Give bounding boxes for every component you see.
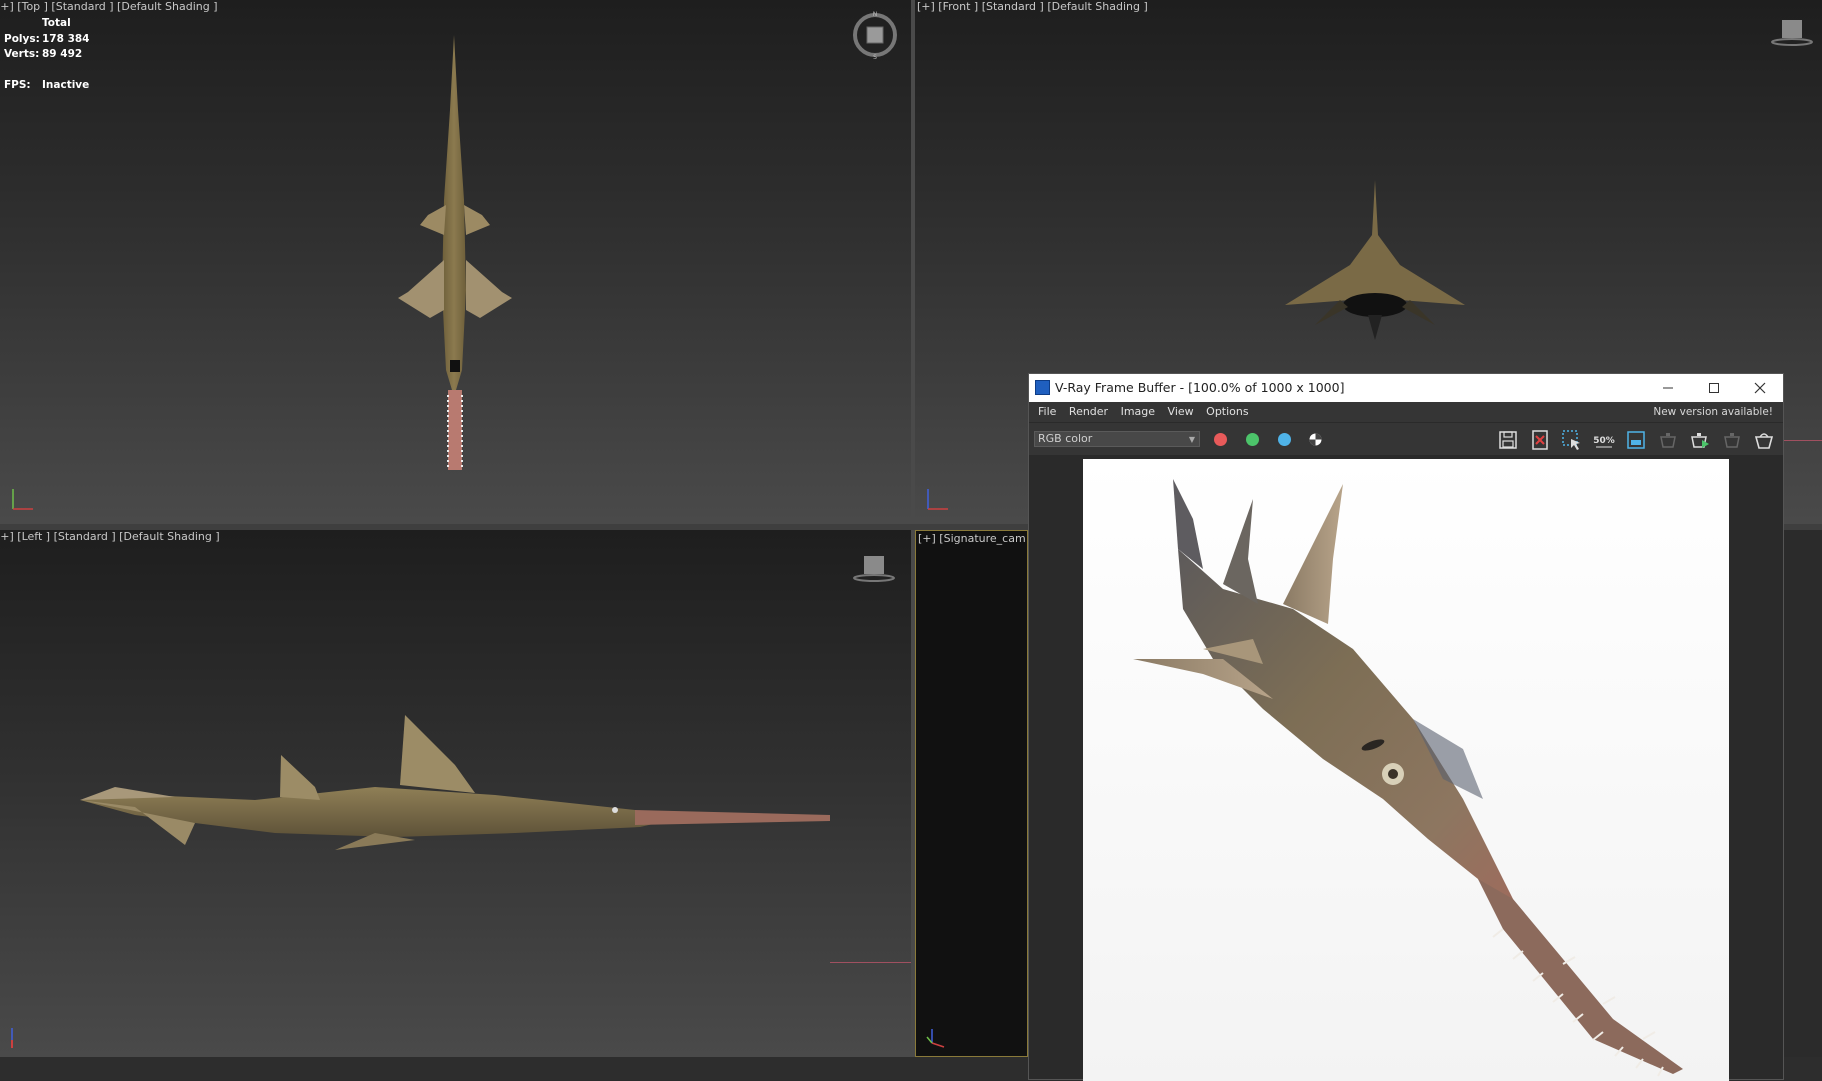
vfb-titlebar[interactable]: V-Ray Frame Buffer - [100.0% of 1000 x 1…	[1029, 374, 1783, 402]
sawfish-side-view	[80, 715, 830, 850]
chevron-down-icon: ▼	[1188, 435, 1195, 444]
svg-text:S: S	[873, 54, 877, 60]
viewcube-icon[interactable]	[1770, 16, 1814, 50]
compare-icon[interactable]	[1625, 429, 1647, 451]
menu-options[interactable]: Options	[1206, 405, 1248, 418]
viewport-top-label[interactable]: [+] [Top ] [Standard ] [Default Shading …	[0, 0, 218, 14]
render-interactive-icon[interactable]	[1689, 429, 1711, 451]
sawfish-render	[1133, 479, 1683, 1077]
vray-frame-buffer-window[interactable]: V-Ray Frame Buffer - [100.0% of 1000 x 1…	[1028, 373, 1784, 1081]
menu-render[interactable]: Render	[1069, 405, 1108, 418]
fps-label: FPS:	[4, 78, 31, 91]
render-last-icon[interactable]	[1657, 429, 1679, 451]
save-image-icon[interactable]	[1497, 429, 1519, 451]
zoom-50-icon[interactable]: 50%	[1593, 429, 1615, 451]
zoom-50-label: 50%	[1593, 436, 1615, 446]
minimize-button[interactable]	[1645, 374, 1691, 402]
stats-header: Total	[42, 17, 71, 29]
menu-view[interactable]: View	[1168, 405, 1194, 418]
channel-select[interactable]: RGB color ▼	[1034, 431, 1200, 447]
viewport-left[interactable]: [+] [Left ] [Standard ] [Default Shading…	[0, 530, 911, 1057]
axis-tripod-icon	[926, 1029, 945, 1048]
svg-text:N: N	[873, 11, 878, 18]
viewport-top[interactable]: [+] [Top ] [Standard ] [Default Shading …	[0, 0, 911, 524]
render-icon[interactable]	[1753, 429, 1775, 451]
green-channel-button[interactable]	[1246, 433, 1259, 446]
axis-tripod-icon	[11, 1028, 13, 1048]
axis-tripod-icon	[12, 489, 33, 510]
clear-image-icon[interactable]	[1529, 429, 1551, 451]
verts-label: Verts:	[4, 48, 40, 60]
rendered-image	[1083, 459, 1729, 1081]
axis-tripod-icon	[927, 489, 948, 510]
maximize-button[interactable]	[1691, 374, 1737, 402]
sawfish-front-view	[1285, 180, 1465, 340]
close-icon	[1754, 382, 1766, 394]
vfb-title: V-Ray Frame Buffer - [100.0% of 1000 x 1…	[1055, 380, 1345, 395]
viewcube-icon[interactable]	[852, 552, 896, 586]
viewport-left-label[interactable]: [+] [Left ] [Standard ] [Default Shading…	[0, 530, 220, 544]
region-render-icon[interactable]	[1561, 429, 1583, 451]
viewcube-icon[interactable]: N S	[850, 10, 900, 60]
scene-stats: Total Polys: 178 384 Verts: 89 492 FPS: Ina…	[4, 16, 90, 93]
fps-value: Inactive	[42, 78, 90, 91]
close-button[interactable]	[1737, 374, 1783, 402]
viewport-camera-label[interactable]: [+] [Signature_cam ]	[918, 532, 1027, 546]
vray-logo-icon	[1035, 380, 1050, 395]
vfb-menubar: File Render Image View Options New versi…	[1029, 402, 1783, 422]
minimize-icon	[1663, 387, 1673, 389]
viewport-front-label[interactable]: [+] [Front ] [Standard ] [Default Shadin…	[917, 0, 1148, 14]
vfb-toolbar: RGB color ▼ 50%	[1029, 422, 1783, 455]
render-stop-icon[interactable]	[1721, 429, 1743, 451]
grid-line	[830, 962, 911, 963]
polys-value: 178 384	[42, 32, 90, 45]
polys-label: Polys:	[4, 32, 40, 45]
grid-line	[1784, 440, 1822, 441]
menu-file[interactable]: File	[1038, 405, 1056, 418]
blue-channel-button[interactable]	[1278, 433, 1291, 446]
channel-select-value: RGB color	[1038, 432, 1093, 445]
viewport-camera[interactable]: [+] [Signature_cam ]	[915, 530, 1028, 1057]
alpha-channel-icon[interactable]	[1309, 433, 1322, 446]
vfb-canvas[interactable]	[1029, 455, 1783, 1081]
new-version-notice[interactable]: New version available!	[1653, 406, 1773, 418]
sawfish-top-view	[398, 35, 512, 470]
maximize-icon	[1709, 383, 1719, 393]
verts-value: 89 492	[42, 48, 83, 60]
menu-image[interactable]: Image	[1121, 405, 1155, 418]
red-channel-button[interactable]	[1214, 433, 1227, 446]
